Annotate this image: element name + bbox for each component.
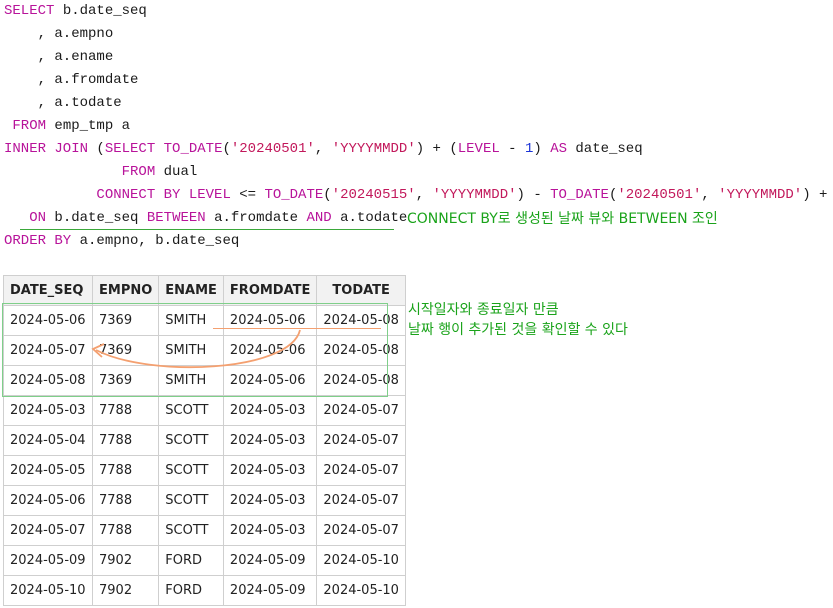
result-annotation-line-2: 날짜 행이 추가된 것을 확인할 수 있다: [408, 322, 628, 338]
result-annotation-line-1: 시작일자와 종료일자 만큼: [408, 302, 559, 318]
result-annotation: 시작일자와 종료일자 만큼 날짜 행이 추가된 것을 확인할 수 있다: [408, 300, 628, 340]
